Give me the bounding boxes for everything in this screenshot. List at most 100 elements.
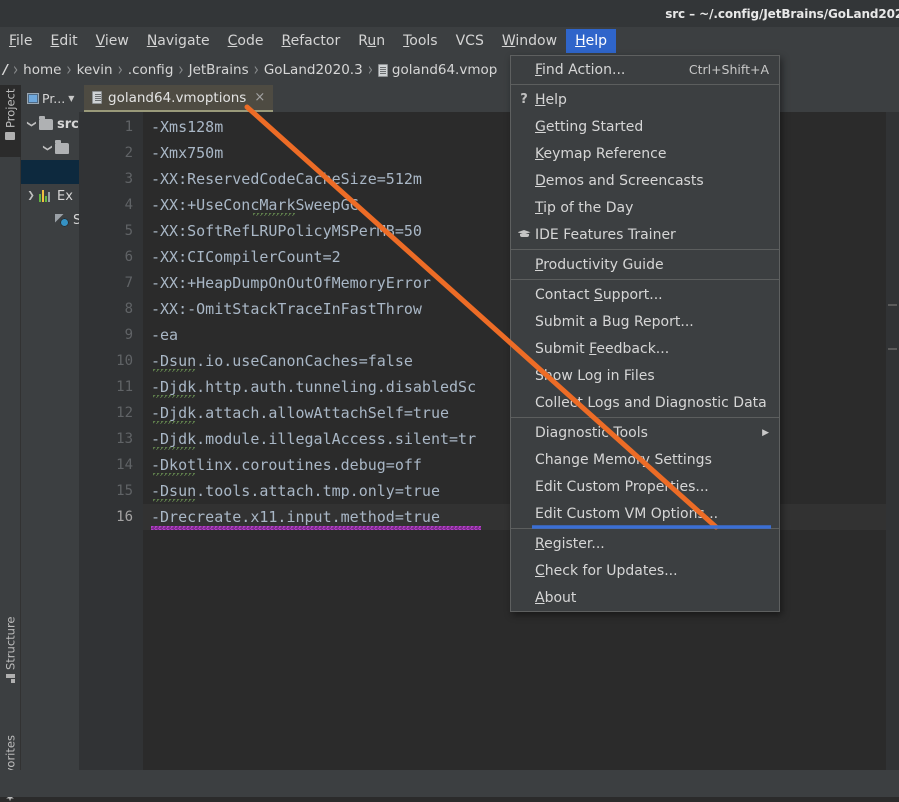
help-menu-item-register[interactable]: Register...: [511, 530, 779, 557]
line-number: 10: [116, 353, 133, 369]
window-titlebar: src – ~/.config/JetBrains/GoLand2020.3/g…: [0, 0, 899, 27]
menu-separator: [511, 279, 779, 280]
file-icon: [377, 63, 388, 77]
project-tree-row[interactable]: ❯ Ex: [21, 184, 79, 208]
help-menu-item-label: Demos and Screencasts: [535, 172, 704, 189]
tool-tab-project[interactable]: Project: [0, 85, 21, 157]
line-number: 5: [124, 223, 133, 239]
help-menu-item-collect-logs-and-diagnostic-data[interactable]: Collect Logs and Diagnostic Data: [511, 389, 779, 416]
editor-gutter[interactable]: 1 2 3 4 5 6 7 8 9 10 11 12 13 14 15 16: [79, 112, 143, 797]
code-line-text: -Xmx750m: [151, 144, 224, 162]
help-menu-item-check-for-updates[interactable]: Check for Updates...: [511, 557, 779, 584]
code-line-text: -XX:+HeapDumpOnOutOfMemoryError: [151, 274, 431, 292]
menu-window[interactable]: Window: [493, 29, 566, 53]
scratch-icon: [55, 214, 69, 227]
folder-icon: [39, 116, 53, 130]
breadcrumb-item-6[interactable]: goland64.vmop: [375, 62, 500, 78]
line-number: 14: [116, 457, 133, 473]
inspection-squiggle: [153, 421, 195, 424]
chevron-down-icon[interactable]: ❯: [42, 140, 52, 156]
help-menu-item-label: Submit a Bug Report...: [535, 313, 694, 330]
left-tool-window-strip: Project Structure ★ Favorites: [0, 85, 21, 802]
menu-edit[interactable]: Edit: [41, 29, 86, 53]
menu-help[interactable]: Help: [566, 29, 616, 53]
inspection-squiggle: [253, 213, 295, 216]
chevron-right-icon[interactable]: ❯: [23, 191, 39, 201]
breadcrumb-label: .config: [127, 62, 174, 78]
help-menu-item-label: About: [535, 589, 577, 606]
help-menu-item-label: Show Log in Files: [535, 367, 655, 384]
line-number: 11: [116, 379, 133, 395]
help-menu-item-submit-a-bug-report[interactable]: Submit a Bug Report...: [511, 308, 779, 335]
breadcrumb-label: kevin: [76, 62, 113, 78]
menu-separator: [511, 249, 779, 250]
help-menu-dropdown: Find Action... Ctrl+Shift+A ? Help Getting S…: [510, 55, 780, 612]
menu-vcs[interactable]: VCS: [447, 29, 493, 53]
tool-tab-structure[interactable]: Structure: [0, 597, 21, 683]
menu-file[interactable]: File: [0, 29, 41, 53]
help-menu-item-about[interactable]: About: [511, 584, 779, 611]
menu-label: File: [9, 33, 33, 49]
menu-refactor[interactable]: Refactor: [272, 29, 349, 53]
project-tree-row[interactable]: ❯ src: [21, 112, 79, 136]
breadcrumb-item-1[interactable]: home: [20, 62, 64, 78]
folder-icon: [55, 140, 69, 154]
help-menu-item-getting-started[interactable]: Getting Started: [511, 113, 779, 140]
menu-run[interactable]: Run: [349, 29, 394, 53]
menu-label: Help: [575, 33, 607, 49]
code-line-text: -Djdk.attach.allowAttachSelf=true: [151, 404, 450, 422]
line-number: 3: [124, 171, 133, 187]
menu-navigate[interactable]: Navigate: [138, 29, 219, 53]
menu-tools[interactable]: Tools: [394, 29, 447, 53]
close-icon[interactable]: ×: [254, 90, 265, 105]
code-line-text: -XX:SoftRefLRUPolicyMSPerMB=50: [151, 222, 422, 240]
help-menu-item-shortcut: Ctrl+Shift+A: [688, 62, 769, 77]
code-line-text: -Drecreate.x11.input.method=true: [151, 508, 440, 526]
help-menu-item-edit-custom-vm-options[interactable]: Edit Custom VM Options...: [511, 500, 779, 527]
line-number: 15: [116, 483, 133, 499]
help-menu-item-label: Keymap Reference: [535, 145, 667, 162]
breadcrumb-item-4[interactable]: JetBrains: [186, 62, 252, 78]
code-line-text: -Djdk.module.illegalAccess.silent=tr: [151, 430, 477, 448]
help-menu-item-tip-of-the-day[interactable]: Tip of the Day: [511, 194, 779, 221]
inspection-squiggle: [151, 526, 481, 530]
help-menu-item-diagnostic-tools[interactable]: Diagnostic Tools ▶: [511, 419, 779, 446]
line-number: 1: [124, 119, 133, 135]
menu-code[interactable]: Code: [219, 29, 273, 53]
editor-marker-strip[interactable]: [886, 112, 899, 797]
breadcrumb-separator: ›: [117, 59, 123, 81]
editor-tab-goland64-vmoptions[interactable]: goland64.vmoptions ×: [84, 85, 274, 112]
chevron-right-icon: ▶: [762, 427, 769, 438]
graduation-cap-icon: [516, 227, 532, 242]
help-menu-item-change-memory-settings[interactable]: Change Memory Settings: [511, 446, 779, 473]
project-tree-row[interactable]: ❯: [21, 136, 79, 160]
project-tree-row[interactable]: [21, 160, 79, 184]
help-menu-item-help[interactable]: ? Help: [511, 86, 779, 113]
help-menu-item-productivity-guide[interactable]: Productivity Guide: [511, 251, 779, 278]
project-tree-row[interactable]: Sc: [21, 208, 79, 232]
breadcrumb-label: home: [23, 62, 62, 78]
chevron-down-icon[interactable]: ❯: [26, 116, 36, 132]
breadcrumb-item-3[interactable]: .config: [125, 62, 177, 78]
help-menu-item-edit-custom-properties[interactable]: Edit Custom Properties...: [511, 473, 779, 500]
breadcrumb-item-2[interactable]: kevin: [74, 62, 116, 78]
menu-label: Window: [501, 33, 558, 49]
menu-label: Edit: [50, 33, 78, 49]
project-panel-header[interactable]: Pr... ▼: [21, 85, 79, 112]
help-menu-item-submit-feedback[interactable]: Submit Feedback...: [511, 335, 779, 362]
structure-icon: [6, 674, 16, 683]
menu-view[interactable]: View: [87, 29, 138, 53]
help-menu-item-contact-support[interactable]: Contact Support...: [511, 281, 779, 308]
help-menu-item-find-action[interactable]: Find Action... Ctrl+Shift+A: [511, 56, 779, 83]
code-line-text: -Djdk.http.auth.tunneling.disabledSc: [151, 378, 477, 396]
help-menu-item-ide-features-trainer[interactable]: IDE Features Trainer: [511, 221, 779, 248]
help-menu-item-demos-and-screencasts[interactable]: Demos and Screencasts: [511, 167, 779, 194]
help-menu-item-label: Register...: [535, 535, 605, 552]
chevron-down-icon[interactable]: ▼: [68, 94, 74, 103]
help-menu-item-show-log-in-files[interactable]: Show Log in Files: [511, 362, 779, 389]
help-menu-item-keymap-reference[interactable]: Keymap Reference: [511, 140, 779, 167]
project-tree-label: src: [57, 116, 79, 132]
breadcrumb-item-5[interactable]: GoLand2020.3: [261, 62, 366, 78]
help-menu-item-label: Contact Support...: [535, 286, 663, 303]
breadcrumb-item-0[interactable]: /: [0, 62, 11, 78]
